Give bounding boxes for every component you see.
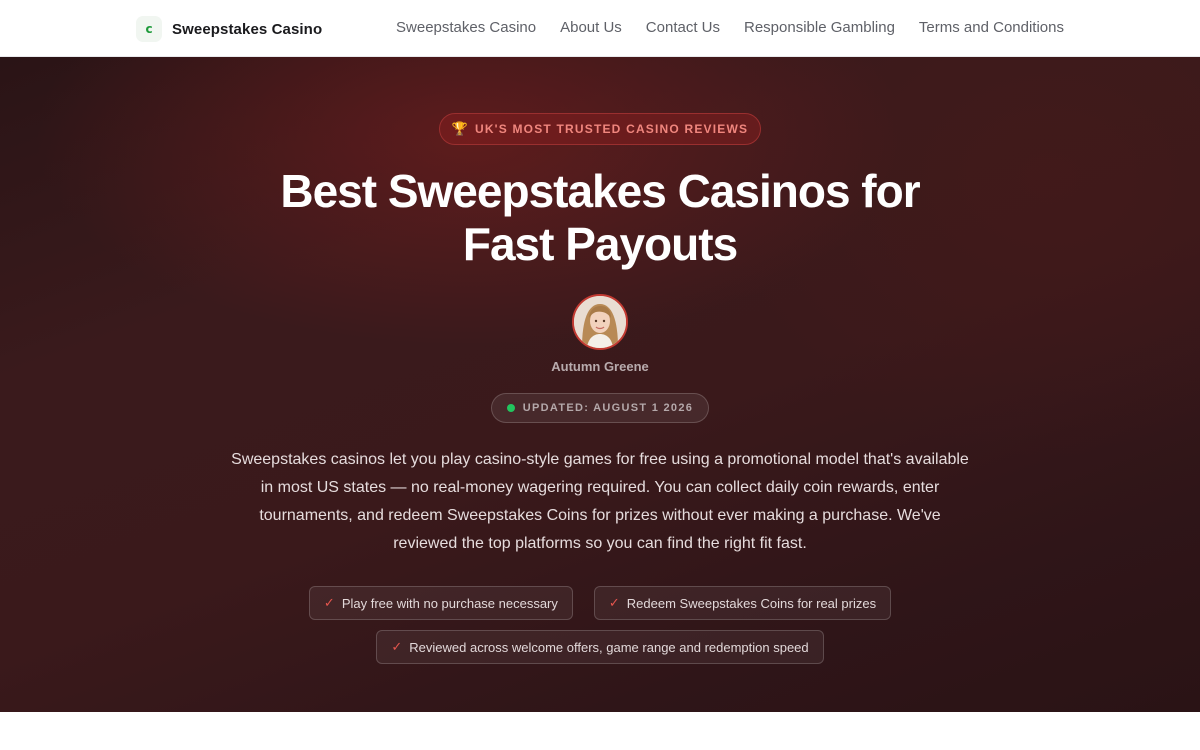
updated-badge: UPDATED: AUGUST 1 2026 [491,393,709,423]
feature-row: ✓ Play free with no purchase necessary ✓… [0,586,1200,620]
feature-text: Play free with no purchase necessary [341,595,558,611]
main-nav: Sweepstakes Casino About Us Contact Us R… [396,19,1064,36]
nav-link-about-us[interactable]: About Us [560,19,622,36]
status-dot-icon [506,404,515,412]
brand-logo-icon: c [136,16,162,42]
page-title-line-2: Fast Payouts [462,218,738,270]
hero-section: 🏆 UK'S MOST TRUSTED CASINO REVIEWS Best … [0,57,1200,712]
feature-text: Reviewed across welcome offers, game ran… [409,639,809,655]
nav-link-terms-and-conditions[interactable]: Terms and Conditions [919,19,1064,36]
trusted-reviews-badge: 🏆 UK'S MOST TRUSTED CASINO REVIEWS [439,113,761,145]
nav-link-responsible-gambling[interactable]: Responsible Gambling [744,19,895,36]
feature-text: Redeem Sweepstakes Coins for real prizes [626,595,877,611]
nav-link-sweepstakes-casino[interactable]: Sweepstakes Casino [396,19,536,36]
feature-row: ✓ Reviewed across welcome offers, game r… [0,630,1200,664]
site-header: c Sweepstakes Casino Sweepstakes Casino … [0,0,1200,57]
nav-link-contact-us[interactable]: Contact Us [646,19,720,36]
feature-list: ✓ Play free with no purchase necessary ✓… [0,586,1200,674]
author-name[interactable]: Autumn Greene [500,359,700,374]
check-icon: ✓ [391,639,403,655]
page-content-start [0,712,1200,750]
feature-chip: ✓ Reviewed across welcome offers, game r… [376,630,824,664]
feature-chip: ✓ Play free with no purchase necessary [308,586,573,620]
author-portrait-icon [574,296,626,348]
author-avatar[interactable] [572,294,628,350]
trophy-icon: 🏆 [451,121,468,136]
check-icon: ✓ [323,595,335,611]
page-title-line-1: Best Sweepstakes Casinos for [280,165,920,217]
badge-text: UK'S MOST TRUSTED CASINO REVIEWS [474,122,749,136]
check-icon: ✓ [608,595,620,611]
feature-chip: ✓ Redeem Sweepstakes Coins for real priz… [593,586,892,620]
page-title: Best Sweepstakes Casinos for Fast Payout… [200,165,1000,271]
brand[interactable]: c Sweepstakes Casino [136,16,322,42]
updated-text: UPDATED: AUGUST 1 2026 [522,402,694,414]
brand-name: Sweepstakes Casino [172,20,323,38]
intro-paragraph: Sweepstakes casinos let you play casino-… [231,451,969,552]
